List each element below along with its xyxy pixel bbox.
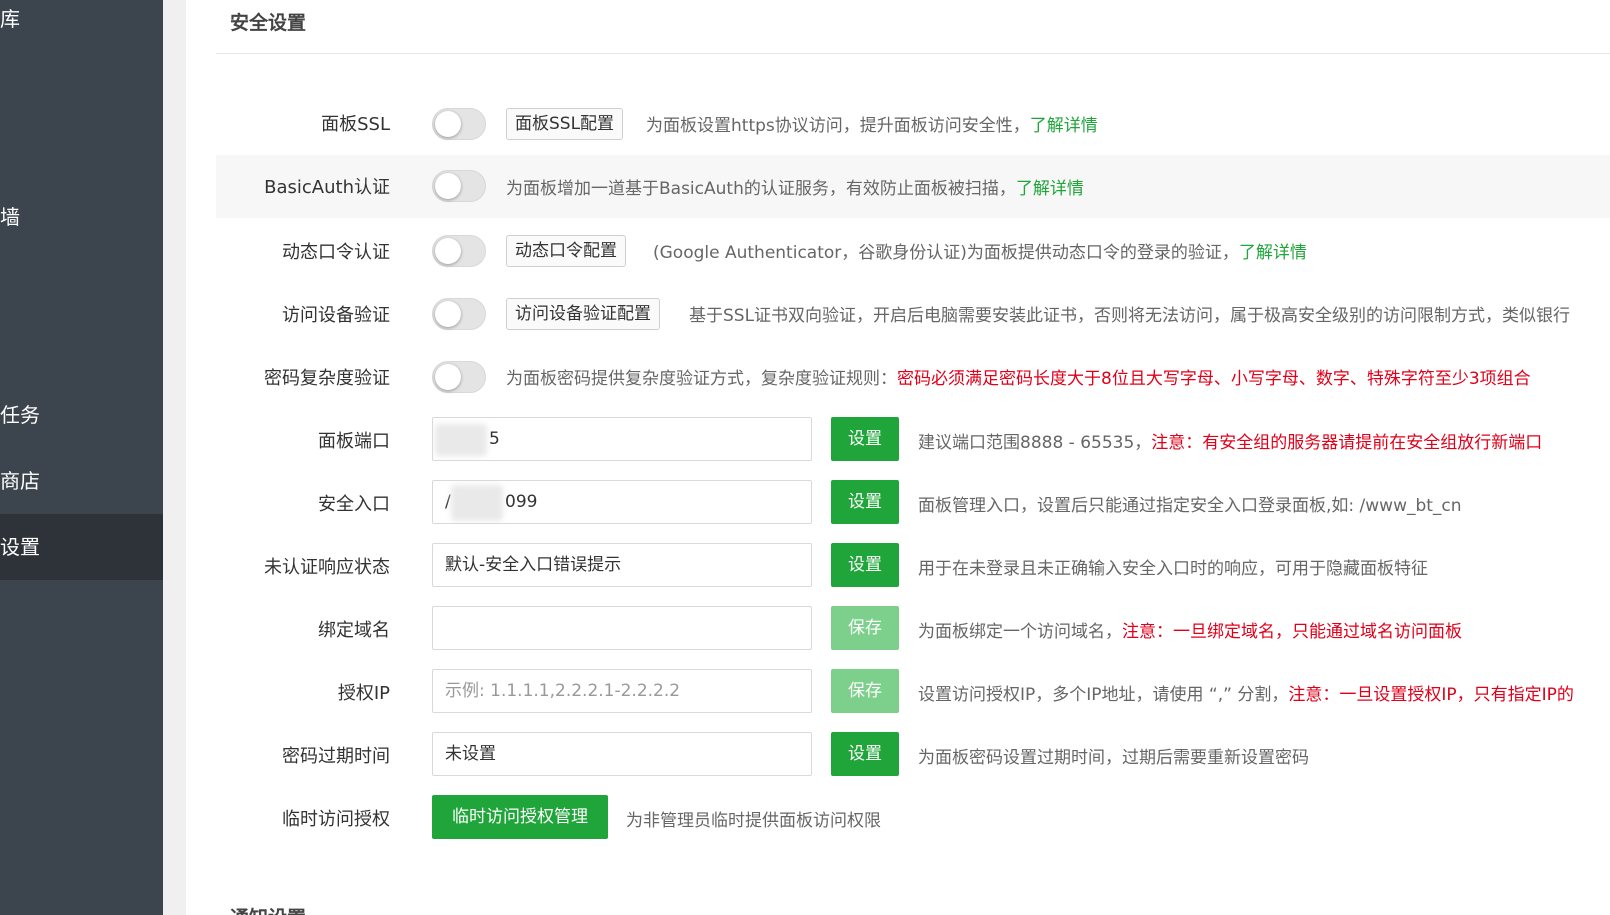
sidebar-item-app-store[interactable]: 件商店 <box>0 448 163 514</box>
toggle-basicauth[interactable] <box>432 170 486 202</box>
warning-text: 注意：一旦设置授权IP，只有指定IP的 <box>1288 685 1574 705</box>
panel-port-input[interactable]: 5 <box>432 417 812 461</box>
totp-config-button[interactable]: 动态口令配置 <box>506 235 626 267</box>
divider <box>216 53 1610 54</box>
desc-text: 建议端口范围8888 - 65535， <box>918 433 1152 453</box>
settings-panel: 安全设置 面板SSL 面板SSL配置 为面板设置https协议访问，提升面板访问… <box>186 0 1610 915</box>
desc-security-entry: 面板管理入口，设置后只能通过指定安全入口登录面板,如: /www_bt_cn <box>918 496 1462 516</box>
sidebar-item-panel-settings[interactable]: 板设置 <box>0 514 163 580</box>
password-expiry-input[interactable]: 未设置 <box>432 732 812 776</box>
desc-unauth-response: 用于在未登录且未正确输入安全入口时的响应，可用于隐藏面板特征 <box>918 559 1428 579</box>
desc-authorized-ip: 设置访问授权IP，多个IP地址，请使用 “,” 分割，注意：一旦设置授权IP，只… <box>918 680 1574 705</box>
desc-text: 为面板绑定一个访问域名， <box>918 622 1122 642</box>
bind-domain-input[interactable] <box>432 606 812 650</box>
label-security-entry: 安全入口 <box>318 494 390 515</box>
label-panel-port: 面板端口 <box>318 431 390 452</box>
learn-more-link[interactable]: 了解详情 <box>1016 179 1084 199</box>
learn-more-link[interactable]: 了解详情 <box>1030 116 1098 136</box>
sidebar-item-firewall[interactable]: 火墙 <box>0 184 163 250</box>
entry-value-prefix: / <box>445 492 451 512</box>
label-password-expiry: 密码过期时间 <box>282 746 390 767</box>
desc-totp: (Google Authenticator，谷歌身份认证)为面板提供动态口令的登… <box>653 238 1307 263</box>
toggle-totp[interactable] <box>432 235 486 267</box>
desc-text: 为面板设置https协议访问，提升面板访问安全性， <box>646 116 1030 136</box>
sidebar-item-cron[interactable]: 划任务 <box>0 382 163 448</box>
password-expiry-set-button[interactable]: 设置 <box>831 732 899 776</box>
bind-domain-save-button[interactable]: 保存 <box>831 606 899 650</box>
toggle-knob <box>435 111 461 137</box>
desc-panel-port: 建议端口范围8888 - 65535，注意：有安全组的服务器请提前在安全组放行新… <box>918 428 1542 453</box>
security-entry-input[interactable]: / 099 <box>432 480 812 524</box>
toggle-knob <box>435 301 461 327</box>
authorized-ip-input[interactable]: 示例: 1.1.1.1,2.2.2.1-2.2.2.2 <box>432 669 812 713</box>
redacted-blur <box>435 424 487 456</box>
desc-text: 为面板增加一道基于BasicAuth的认证服务，有效防止面板被扫描， <box>506 179 1016 199</box>
label-totp: 动态口令认证 <box>282 242 390 263</box>
sidebar-item-label: 火墙 <box>0 205 20 229</box>
panel-ssl-config-button[interactable]: 面板SSL配置 <box>506 108 624 140</box>
sidebar-item-monitor[interactable]: 控 <box>0 52 163 118</box>
sidebar-item-logout[interactable]: 出 <box>0 580 163 646</box>
sidebar-item-security[interactable]: 全 <box>0 118 163 184</box>
learn-more-link[interactable]: 了解详情 <box>1239 243 1307 263</box>
sidebar-item-terminal[interactable]: 端 <box>0 316 163 382</box>
sidebar-item-label: 件商店 <box>0 469 40 493</box>
unauth-response-input[interactable]: 默认-安全入口错误提示 <box>432 543 812 587</box>
desc-password-expiry: 为面板密码设置过期时间，过期后需要重新设置密码 <box>918 748 1309 768</box>
label-authorized-ip: 授权IP <box>337 683 390 704</box>
toggle-knob <box>435 364 461 390</box>
port-value: 5 <box>489 429 500 449</box>
sidebar: 据库 控 全 火墙 件 端 划任务 件商店 板设置 出 <box>0 0 163 915</box>
sidebar-item-label: 划任务 <box>0 403 40 427</box>
unauth-response-set-button[interactable]: 设置 <box>831 543 899 587</box>
sidebar-item-label: 据库 <box>0 7 20 31</box>
label-basicauth: BasicAuth认证 <box>264 177 390 198</box>
label-unauth-response: 未认证响应状态 <box>264 557 390 578</box>
entry-value-suffix: 099 <box>505 492 538 512</box>
sidebar-item-database[interactable]: 据库 <box>0 0 163 52</box>
section-title-notification: 通知设置 <box>230 903 306 915</box>
desc-text: (Google Authenticator，谷歌身份认证)为面板提供动态口令的登… <box>653 243 1239 263</box>
device-verify-config-button[interactable]: 访问设备验证配置 <box>506 298 660 330</box>
desc-panel-ssl: 为面板设置https协议访问，提升面板访问安全性，了解详情 <box>646 111 1098 136</box>
toggle-knob <box>435 238 461 264</box>
toggle-password-complexity[interactable] <box>432 361 486 393</box>
redacted-blur <box>451 485 503 521</box>
label-bind-domain: 绑定域名 <box>318 620 390 641</box>
warning-text: 注意：有安全组的服务器请提前在安全组放行新端口 <box>1151 433 1543 453</box>
warning-text: 注意：一旦绑定域名，只能通过域名访问面板 <box>1122 622 1462 642</box>
panel-port-set-button[interactable]: 设置 <box>831 417 899 461</box>
sidebar-item-files[interactable]: 件 <box>0 250 163 316</box>
label-temp-access: 临时访问授权 <box>282 809 390 830</box>
toggle-knob <box>435 173 461 199</box>
temp-access-manage-button[interactable]: 临时访问授权管理 <box>432 795 608 839</box>
label-device-verify: 访问设备验证 <box>282 305 390 326</box>
desc-basicauth: 为面板增加一道基于BasicAuth的认证服务，有效防止面板被扫描，了解详情 <box>506 174 1084 199</box>
warning-text: 密码必须满足密码长度大于8位且大写字母、小写字母、数字、特殊字符至少3项组合 <box>897 369 1531 389</box>
sidebar-item-label: 板设置 <box>0 535 40 559</box>
toggle-device-verify[interactable] <box>432 298 486 330</box>
label-panel-ssl: 面板SSL <box>321 114 390 135</box>
toggle-panel-ssl[interactable] <box>432 108 486 140</box>
authorized-ip-save-button[interactable]: 保存 <box>831 669 899 713</box>
section-title-security: 安全设置 <box>230 12 307 34</box>
desc-bind-domain: 为面板绑定一个访问域名，注意：一旦绑定域名，只能通过域名访问面板 <box>918 617 1462 642</box>
desc-temp-access: 为非管理员临时提供面板访问权限 <box>626 811 881 831</box>
desc-text: 为面板密码提供复杂度验证方式，复杂度验证规则： <box>506 369 897 389</box>
label-password-complexity: 密码复杂度验证 <box>264 368 390 389</box>
desc-text: 设置访问授权IP，多个IP地址，请使用 “,” 分割， <box>918 685 1289 705</box>
security-entry-set-button[interactable]: 设置 <box>831 480 899 524</box>
desc-password-complexity: 为面板密码提供复杂度验证方式，复杂度验证规则：密码必须满足密码长度大于8位且大写… <box>506 364 1531 389</box>
desc-device-verify: 基于SSL证书双向验证，开启后电脑需要安装此证书，否则将无法访问，属于极高安全级… <box>689 306 1571 326</box>
